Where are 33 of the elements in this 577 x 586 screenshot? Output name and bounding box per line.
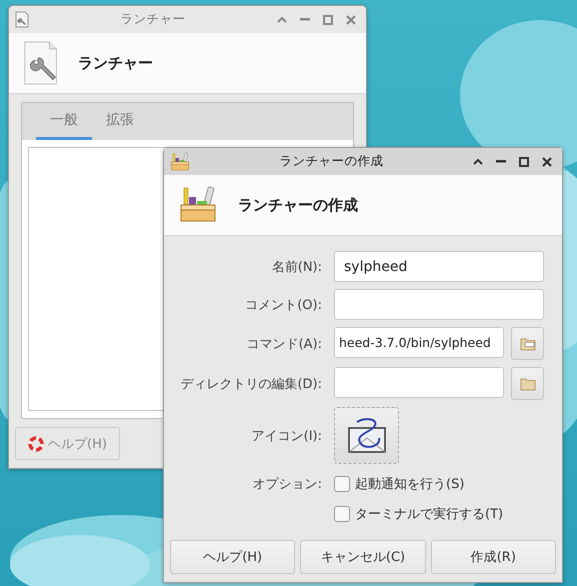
command-field[interactable]: heed-3.7.0/bin/sylpheed [334, 327, 504, 358]
browse-button[interactable] [511, 367, 544, 400]
field-label: アイコン(I): [250, 428, 322, 444]
document-wrench-icon [23, 41, 58, 85]
folder-icon [520, 376, 536, 390]
field-label: コマンド(A): [246, 336, 322, 352]
icon-button[interactable] [334, 407, 399, 464]
document-wrench-icon [15, 11, 29, 28]
close-icon[interactable] [542, 156, 552, 166]
window-title: ランチャーの作成 [278, 153, 384, 170]
field-label: コメント(O): [244, 296, 322, 314]
directory-field[interactable] [334, 367, 504, 398]
dialog-button[interactable]: キャンセル(C) [300, 540, 426, 574]
text-field[interactable] [334, 289, 544, 320]
field-label: 名前(N): [270, 258, 322, 276]
toolbox-icon [170, 152, 190, 172]
browse-button[interactable] [511, 327, 544, 360]
folder-document-icon [520, 336, 536, 350]
minimize-icon[interactable] [496, 160, 506, 163]
options-label: オプション: [252, 476, 322, 493]
dialog-heading: ランチャー [78, 54, 154, 72]
envelope-icon [346, 418, 386, 454]
dialog-button[interactable]: 作成(R) [430, 540, 556, 574]
shade-icon[interactable] [473, 158, 483, 165]
checkbox[interactable]: 起動通知を行う(S) [334, 475, 562, 493]
dialog-heading: ランチャーの作成 [238, 196, 358, 214]
field-label: ディレクトリの編集(D): [179, 376, 322, 392]
lifebuoy-icon [28, 436, 44, 452]
maximize-icon[interactable] [519, 156, 529, 166]
window-title: ランチャー [120, 11, 186, 28]
dialog-button[interactable]: ヘルプ(H) [170, 540, 296, 574]
text-field[interactable]: sylpheed [334, 251, 544, 282]
checkbox[interactable]: ターミナルで実行する(T) [334, 505, 562, 523]
